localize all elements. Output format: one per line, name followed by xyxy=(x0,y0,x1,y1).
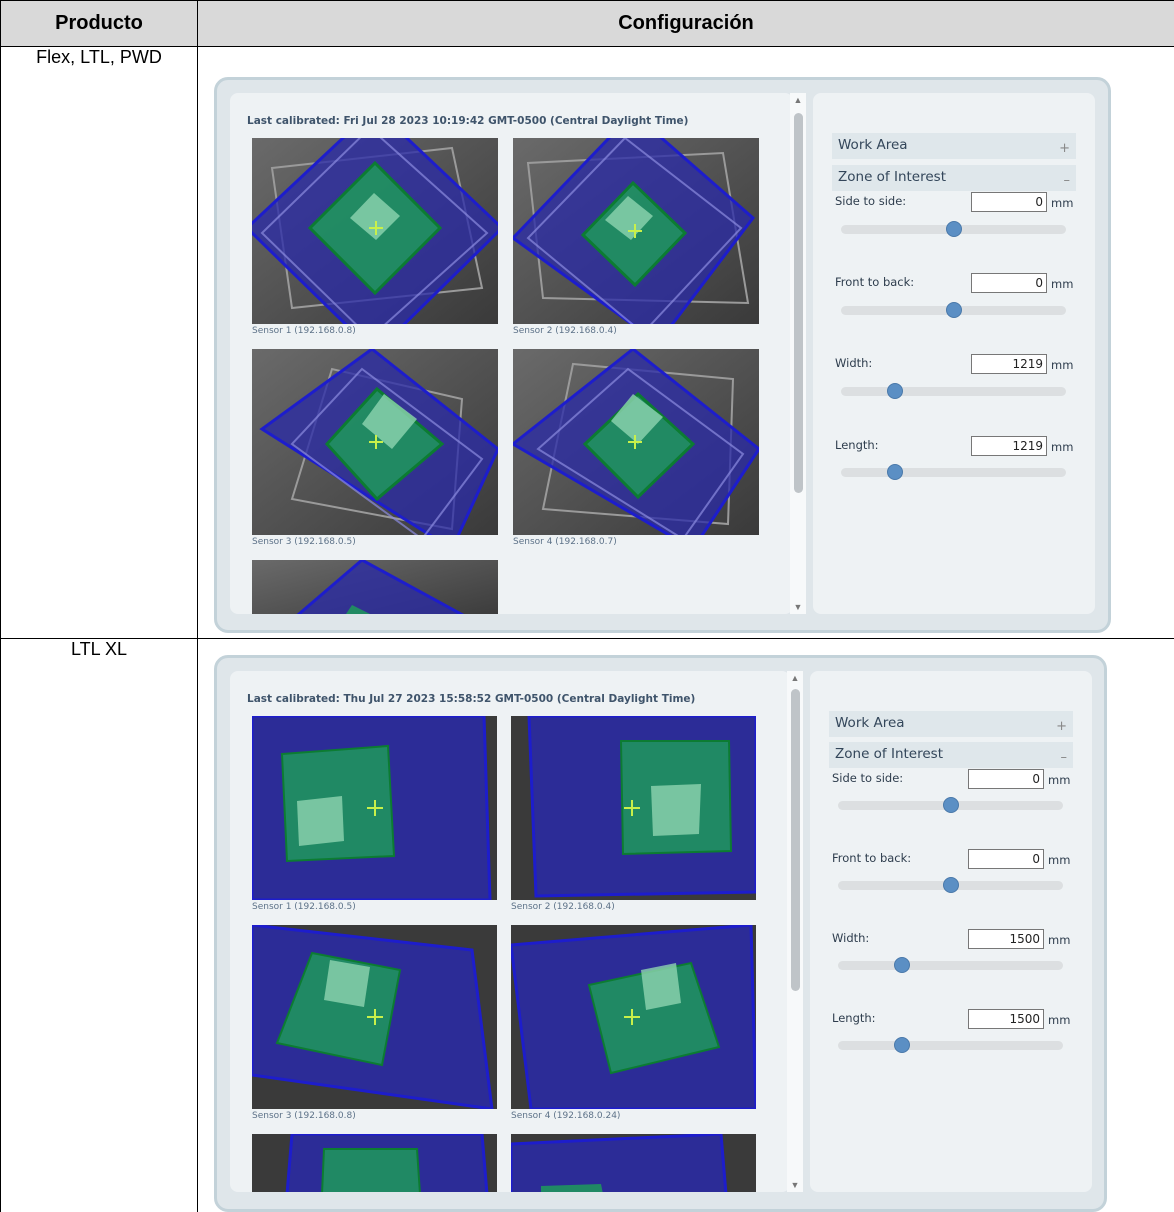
slider-knob[interactable] xyxy=(894,957,910,973)
unit-label: mm xyxy=(1048,853,1070,867)
front-to-back-slider[interactable] xyxy=(838,881,1063,890)
slider-knob[interactable] xyxy=(887,464,903,480)
sensor-caption: Sensor 2 (192.168.0.4) xyxy=(513,326,617,336)
slider-knob[interactable] xyxy=(943,877,959,893)
sensor-caption: Sensor 2 (192.168.0.4) xyxy=(511,902,615,912)
app-window: Last calibrated: Thu Jul 27 2023 15:58:5… xyxy=(214,655,1107,1212)
front-to-back-label: Front to back: xyxy=(832,851,911,865)
unit-label: mm xyxy=(1051,358,1073,372)
side-to-side-slider[interactable] xyxy=(841,225,1066,234)
product-name: Flex, LTL, PWD xyxy=(36,47,162,67)
scrollbar[interactable]: ▲ ▼ xyxy=(790,93,806,614)
last-calibrated-text: Last calibrated: Thu Jul 27 2023 15:58:5… xyxy=(247,693,695,705)
front-to-back-slider[interactable] xyxy=(841,306,1066,315)
sensor-image[interactable]: Sensor 3 (192.168.0.8) xyxy=(252,925,497,1109)
slider-knob[interactable] xyxy=(894,1037,910,1053)
scrollbar[interactable]: ▲ ▼ xyxy=(787,671,803,1192)
unit-label: mm xyxy=(1051,277,1073,291)
work-area-header[interactable]: Work Area + xyxy=(832,133,1076,159)
expand-icon: + xyxy=(1056,715,1067,739)
sensor-image[interactable]: Sensor 4 (192.168.0.7) xyxy=(513,349,759,535)
sensor-image[interactable] xyxy=(252,560,498,614)
front-to-back-input[interactable]: 0 xyxy=(968,849,1044,869)
sensor-image[interactable]: Sensor 3 (192.168.0.5) xyxy=(252,349,498,535)
slider-knob[interactable] xyxy=(887,383,903,399)
zone-of-interest-header[interactable]: Zone of Interest – xyxy=(829,742,1073,768)
width-slider[interactable] xyxy=(838,961,1063,970)
slider-knob[interactable] xyxy=(946,302,962,318)
column-header-product: Producto xyxy=(1,1,198,47)
work-area-header[interactable]: Work Area + xyxy=(829,711,1073,737)
sensor-image[interactable]: Sensor 2 (192.168.0.4) xyxy=(513,138,759,324)
width-input[interactable]: 1219 xyxy=(971,354,1047,374)
length-label: Length: xyxy=(832,1011,876,1025)
sensor-image[interactable]: Sensor 1 (192.168.0.5) xyxy=(252,716,497,900)
front-to-back-input[interactable]: 0 xyxy=(971,273,1047,293)
unit-label: mm xyxy=(1051,440,1073,454)
sensor-image[interactable] xyxy=(511,1134,756,1192)
column-header-configuration: Configuración xyxy=(198,1,1174,47)
width-input[interactable]: 1500 xyxy=(968,929,1044,949)
side-to-side-input[interactable]: 0 xyxy=(968,769,1044,789)
collapse-icon: – xyxy=(1061,746,1068,770)
length-slider[interactable] xyxy=(838,1041,1063,1050)
sensor-caption: Sensor 1 (192.168.0.5) xyxy=(252,902,356,912)
sensor-view-pane: Last calibrated: Fri Jul 28 2023 10:19:4… xyxy=(230,93,793,614)
side-to-side-label: Side to side: xyxy=(835,194,906,208)
sensor-image[interactable]: Sensor 4 (192.168.0.24) xyxy=(511,925,756,1109)
sensor-view-pane: Last calibrated: Thu Jul 27 2023 15:58:5… xyxy=(230,671,790,1192)
length-slider[interactable] xyxy=(841,468,1066,477)
width-label: Width: xyxy=(832,931,869,945)
unit-label: mm xyxy=(1048,1013,1070,1027)
sensor-caption: Sensor 1 (192.168.0.8) xyxy=(252,326,356,336)
collapse-icon: – xyxy=(1064,169,1071,193)
side-to-side-input[interactable]: 0 xyxy=(971,192,1047,212)
front-to-back-label: Front to back: xyxy=(835,275,914,289)
scroll-thumb[interactable] xyxy=(794,113,803,493)
scroll-thumb[interactable] xyxy=(791,689,800,991)
config-cell: Last calibrated: Fri Jul 28 2023 10:19:4… xyxy=(198,47,1174,639)
side-to-side-label: Side to side: xyxy=(832,771,903,785)
sensor-image[interactable] xyxy=(252,1134,497,1192)
slider-knob[interactable] xyxy=(943,797,959,813)
length-input[interactable]: 1219 xyxy=(971,436,1047,456)
sensor-caption: Sensor 4 (192.168.0.24) xyxy=(511,1111,620,1121)
width-slider[interactable] xyxy=(841,387,1066,396)
length-input[interactable]: 1500 xyxy=(968,1009,1044,1029)
width-label: Width: xyxy=(835,356,872,370)
settings-panel: Work Area + Zone of Interest – Side to s… xyxy=(810,671,1092,1192)
product-cell: Flex, LTL, PWD xyxy=(1,47,198,639)
product-name: LTL XL xyxy=(71,639,127,659)
scroll-down-icon[interactable]: ▼ xyxy=(790,602,806,612)
side-to-side-slider[interactable] xyxy=(838,801,1063,810)
length-label: Length: xyxy=(835,438,879,452)
expand-icon: + xyxy=(1059,137,1070,161)
unit-label: mm xyxy=(1048,773,1070,787)
sensor-image[interactable]: Sensor 2 (192.168.0.4) xyxy=(511,716,756,900)
sensor-caption: Sensor 4 (192.168.0.7) xyxy=(513,537,617,547)
scroll-down-icon[interactable]: ▼ xyxy=(787,1180,803,1190)
config-cell: Last calibrated: Thu Jul 27 2023 15:58:5… xyxy=(198,639,1174,1212)
sensor-caption: Sensor 3 (192.168.0.8) xyxy=(252,1111,356,1121)
unit-label: mm xyxy=(1048,933,1070,947)
slider-knob[interactable] xyxy=(946,221,962,237)
sensor-image[interactable]: Sensor 1 (192.168.0.8) xyxy=(252,138,498,324)
app-window: Last calibrated: Fri Jul 28 2023 10:19:4… xyxy=(214,77,1111,633)
product-cell: LTL XL xyxy=(1,639,198,1212)
sensor-caption: Sensor 3 (192.168.0.5) xyxy=(252,537,356,547)
zone-of-interest-header[interactable]: Zone of Interest – xyxy=(832,165,1076,191)
scroll-up-icon[interactable]: ▲ xyxy=(790,95,806,105)
last-calibrated-text: Last calibrated: Fri Jul 28 2023 10:19:4… xyxy=(247,115,688,127)
settings-panel: Work Area + Zone of Interest – Side to s… xyxy=(813,93,1095,614)
unit-label: mm xyxy=(1051,196,1073,210)
scroll-up-icon[interactable]: ▲ xyxy=(787,673,803,683)
